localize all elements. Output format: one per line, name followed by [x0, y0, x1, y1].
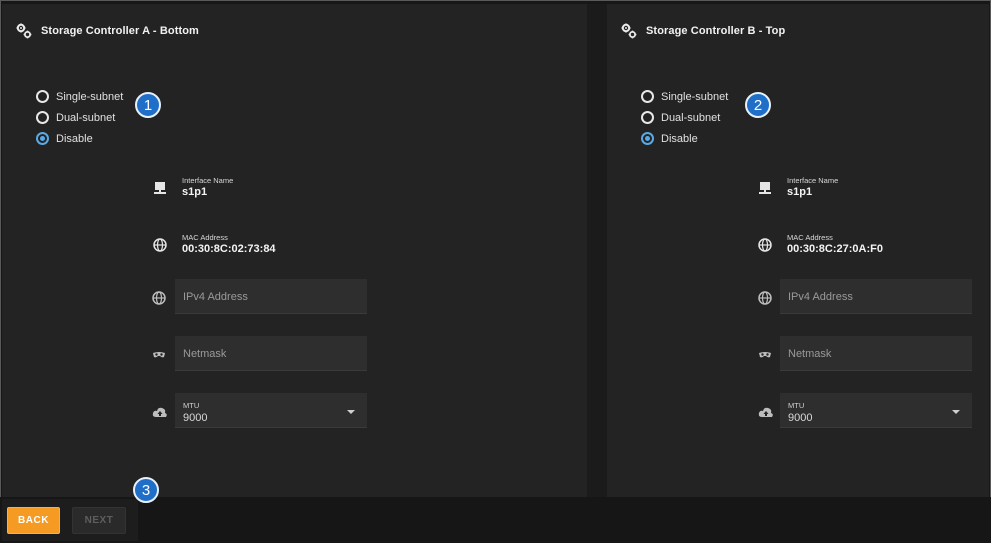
radio-circle[interactable]: [641, 90, 654, 103]
radio-dual-subnet[interactable]: Dual-subnet: [36, 107, 123, 128]
controller-a-title: Storage Controller A - Bottom: [41, 25, 199, 37]
network-port-icon: [152, 180, 168, 196]
netmask-placeholder: Netmask: [183, 348, 227, 360]
radio-disable[interactable]: Disable: [36, 128, 123, 149]
mac-address-value: 00:30:8C:27:0A:F0: [787, 243, 883, 255]
mask-icon: [152, 348, 168, 364]
radio-label: Single-subnet: [661, 90, 729, 103]
netmask-placeholder: Netmask: [788, 348, 832, 360]
controller-a-mode-radios: Single-subnet Dual-subnet Disable: [36, 86, 123, 149]
gears-icon: [621, 23, 637, 39]
radio-label: Single-subnet: [56, 90, 124, 103]
chevron-down-icon[interactable]: [952, 410, 960, 414]
mtu-select[interactable]: MTU 9000: [175, 393, 367, 428]
callout-badge-3: 3: [133, 477, 159, 503]
mtu-value: 9000: [788, 412, 813, 424]
controller-b-title: Storage Controller B - Top: [646, 25, 786, 37]
ipv4-placeholder: IPv4 Address: [183, 291, 248, 303]
cloud-upload-icon: [758, 405, 774, 421]
netmask-input[interactable]: Netmask: [175, 336, 367, 371]
next-button[interactable]: NEXT: [72, 507, 126, 534]
globe-icon: [152, 237, 168, 253]
mtu-select[interactable]: MTU 9000: [780, 393, 972, 428]
radio-single-subnet[interactable]: Single-subnet: [641, 86, 728, 107]
interface-name-info: Interface Name s1p1: [182, 176, 233, 198]
globe-icon: [152, 291, 168, 307]
back-button[interactable]: BACK: [7, 507, 60, 534]
mtu-label: MTU: [788, 401, 805, 410]
interface-name-label: Interface Name: [182, 176, 234, 185]
cloud-upload-icon: [152, 405, 168, 421]
radio-circle-checked[interactable]: [641, 132, 654, 145]
radio-disable[interactable]: Disable: [641, 128, 728, 149]
mac-address-info: MAC Address 00:30:8C:02:73:84: [182, 233, 276, 255]
interface-name-field: Interface Name s1p1: [757, 176, 838, 198]
radio-label: Disable: [661, 132, 698, 145]
wizard-footer: BACK NEXT: [0, 497, 991, 543]
mac-address-label: MAC Address: [182, 233, 228, 242]
controller-a-header: Storage Controller A - Bottom: [16, 23, 199, 39]
network-port-icon: [757, 180, 773, 196]
mac-address-info: MAC Address 00:30:8C:27:0A:F0: [787, 233, 883, 255]
interface-name-label: Interface Name: [787, 176, 839, 185]
radio-single-subnet[interactable]: Single-subnet: [36, 86, 123, 107]
ipv4-address-input[interactable]: IPv4 Address: [780, 279, 972, 314]
controller-b-header: Storage Controller B - Top: [621, 23, 785, 39]
gears-icon: [16, 23, 32, 39]
chevron-down-icon[interactable]: [347, 410, 355, 414]
radio-label: Dual-subnet: [56, 111, 116, 124]
controller-b-panel: Storage Controller B - Top Single-subnet…: [607, 4, 989, 497]
globe-icon: [757, 237, 773, 253]
interface-name-field: Interface Name s1p1: [152, 176, 233, 198]
interface-name-value: s1p1: [182, 186, 208, 198]
mac-address-value: 00:30:8C:02:73:84: [182, 243, 276, 255]
radio-circle[interactable]: [36, 90, 49, 103]
radio-dual-subnet[interactable]: Dual-subnet: [641, 107, 728, 128]
mtu-label: MTU: [183, 401, 200, 410]
radio-circle-checked[interactable]: [36, 132, 49, 145]
controller-a-panel: Storage Controller A - Bottom Single-sub…: [2, 4, 587, 497]
mask-icon: [758, 348, 774, 364]
mtu-value: 9000: [183, 412, 208, 424]
radio-circle[interactable]: [36, 111, 49, 124]
mac-address-label: MAC Address: [787, 233, 833, 242]
callout-badge-2: 2: [745, 92, 771, 118]
radio-label: Dual-subnet: [661, 111, 721, 124]
globe-icon: [758, 291, 774, 307]
radio-label: Disable: [56, 132, 93, 145]
callout-badge-1: 1: [135, 92, 161, 118]
radio-circle[interactable]: [641, 111, 654, 124]
mac-address-field: MAC Address 00:30:8C:02:73:84: [152, 233, 276, 255]
interface-name-info: Interface Name s1p1: [787, 176, 838, 198]
controller-b-mode-radios: Single-subnet Dual-subnet Disable: [641, 86, 728, 149]
panel-gap: [587, 4, 607, 497]
interface-name-value: s1p1: [787, 186, 813, 198]
ipv4-placeholder: IPv4 Address: [788, 291, 853, 303]
mac-address-field: MAC Address 00:30:8C:27:0A:F0: [757, 233, 883, 255]
ipv4-address-input[interactable]: IPv4 Address: [175, 279, 367, 314]
netmask-input[interactable]: Netmask: [780, 336, 972, 371]
